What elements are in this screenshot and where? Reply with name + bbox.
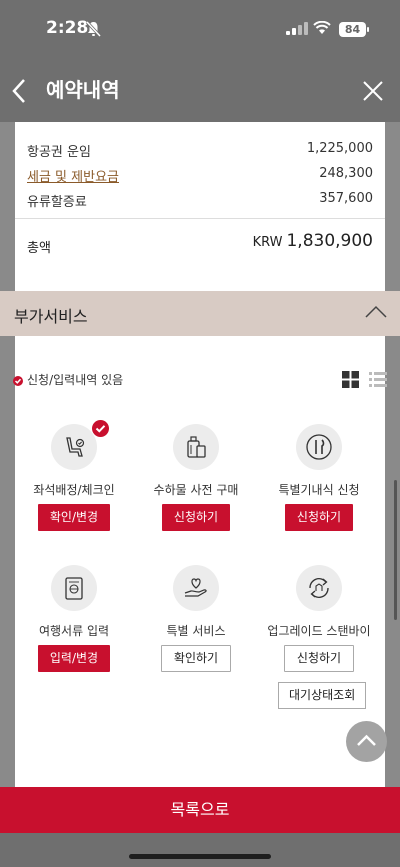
- upgrade-apply-button[interactable]: 신청하기: [283, 645, 355, 672]
- addon-section-title: 부가서비스: [14, 307, 88, 326]
- service-baggage: 수하물 사전 구매 신청하기: [136, 424, 256, 531]
- grid-view-icon[interactable]: [342, 371, 359, 388]
- signal-icon: [286, 22, 308, 35]
- chevron-up-icon[interactable]: [365, 305, 387, 319]
- service-label: 특별기내식 신청: [278, 483, 360, 497]
- service-label: 좌석배정/체크인: [33, 483, 115, 497]
- header: 예약내역: [0, 60, 400, 122]
- scrollbar[interactable]: [394, 480, 397, 620]
- fare-value: 357,600: [319, 191, 373, 206]
- back-icon[interactable]: [10, 77, 28, 105]
- upgrade-icon: [296, 565, 342, 611]
- luggage-icon: [173, 424, 219, 470]
- travel-docs-button[interactable]: 입력/변경: [37, 645, 111, 672]
- scroll-top-button[interactable]: [346, 721, 387, 762]
- passport-icon: [51, 565, 97, 611]
- battery-tip: [367, 27, 369, 32]
- back-to-list-button[interactable]: 목록으로: [0, 787, 400, 833]
- total-label: 총액: [27, 241, 51, 256]
- special-service-button[interactable]: 확인하기: [160, 645, 232, 672]
- bell-off-icon: [86, 21, 101, 37]
- battery-badge: 84: [339, 22, 366, 37]
- addon-section-header[interactable]: 부가서비스: [0, 291, 400, 336]
- total-amount: KRW 1,830,900: [253, 231, 373, 251]
- seat-icon: [51, 420, 109, 470]
- service-special-meal: 특별기내식 신청 신청하기: [259, 424, 379, 531]
- legend-label: 신청/입력내역 있음: [27, 373, 124, 387]
- service-label: 업그레이드 스탠바이: [267, 624, 371, 638]
- total-value: 1,830,900: [286, 231, 373, 251]
- list-view-icon[interactable]: [369, 371, 387, 388]
- wifi-icon: [313, 21, 331, 34]
- heart-hand-icon: [173, 565, 219, 611]
- service-label: 수하물 사전 구매: [153, 483, 239, 497]
- home-area: [0, 833, 400, 867]
- status-bar: 2:28 84: [0, 0, 400, 60]
- service-upgrade: 업그레이드 스탠바이 신청하기: [259, 565, 379, 672]
- baggage-apply-button[interactable]: 신청하기: [161, 504, 231, 531]
- service-label: 특별 서비스: [166, 624, 226, 638]
- service-seat-checkin: 좌석배정/체크인 확인/변경: [14, 420, 134, 531]
- waitlist-status-button[interactable]: 대기상태조회: [278, 682, 367, 709]
- fare-value: 248,300: [319, 166, 373, 181]
- home-indicator[interactable]: [129, 854, 271, 859]
- meal-icon: [296, 424, 342, 470]
- check-icon: [13, 375, 23, 386]
- applied-badge-icon: [92, 420, 109, 437]
- meal-apply-button[interactable]: 신청하기: [284, 504, 354, 531]
- fare-value: 1,225,000: [306, 141, 373, 156]
- page-title: 예약내역: [46, 78, 120, 102]
- close-icon[interactable]: [362, 80, 384, 102]
- legend: 신청/입력내역 있음: [13, 371, 123, 388]
- tax-link[interactable]: 세금 및 제반요금: [27, 166, 119, 185]
- total-currency: KRW: [252, 235, 283, 250]
- fare-label: 항공권 운임: [27, 145, 91, 160]
- fare-label: 유류할증료: [27, 195, 87, 210]
- chevron-up-icon: [357, 734, 376, 746]
- service-travel-docs: 여행서류 입력 입력/변경: [14, 565, 134, 672]
- divider: [15, 218, 385, 219]
- service-special: 특별 서비스 확인하기: [136, 565, 256, 672]
- service-label: 여행서류 입력: [38, 624, 110, 638]
- status-time: 2:28: [46, 18, 89, 38]
- seat-checkin-button[interactable]: 확인/변경: [37, 504, 111, 531]
